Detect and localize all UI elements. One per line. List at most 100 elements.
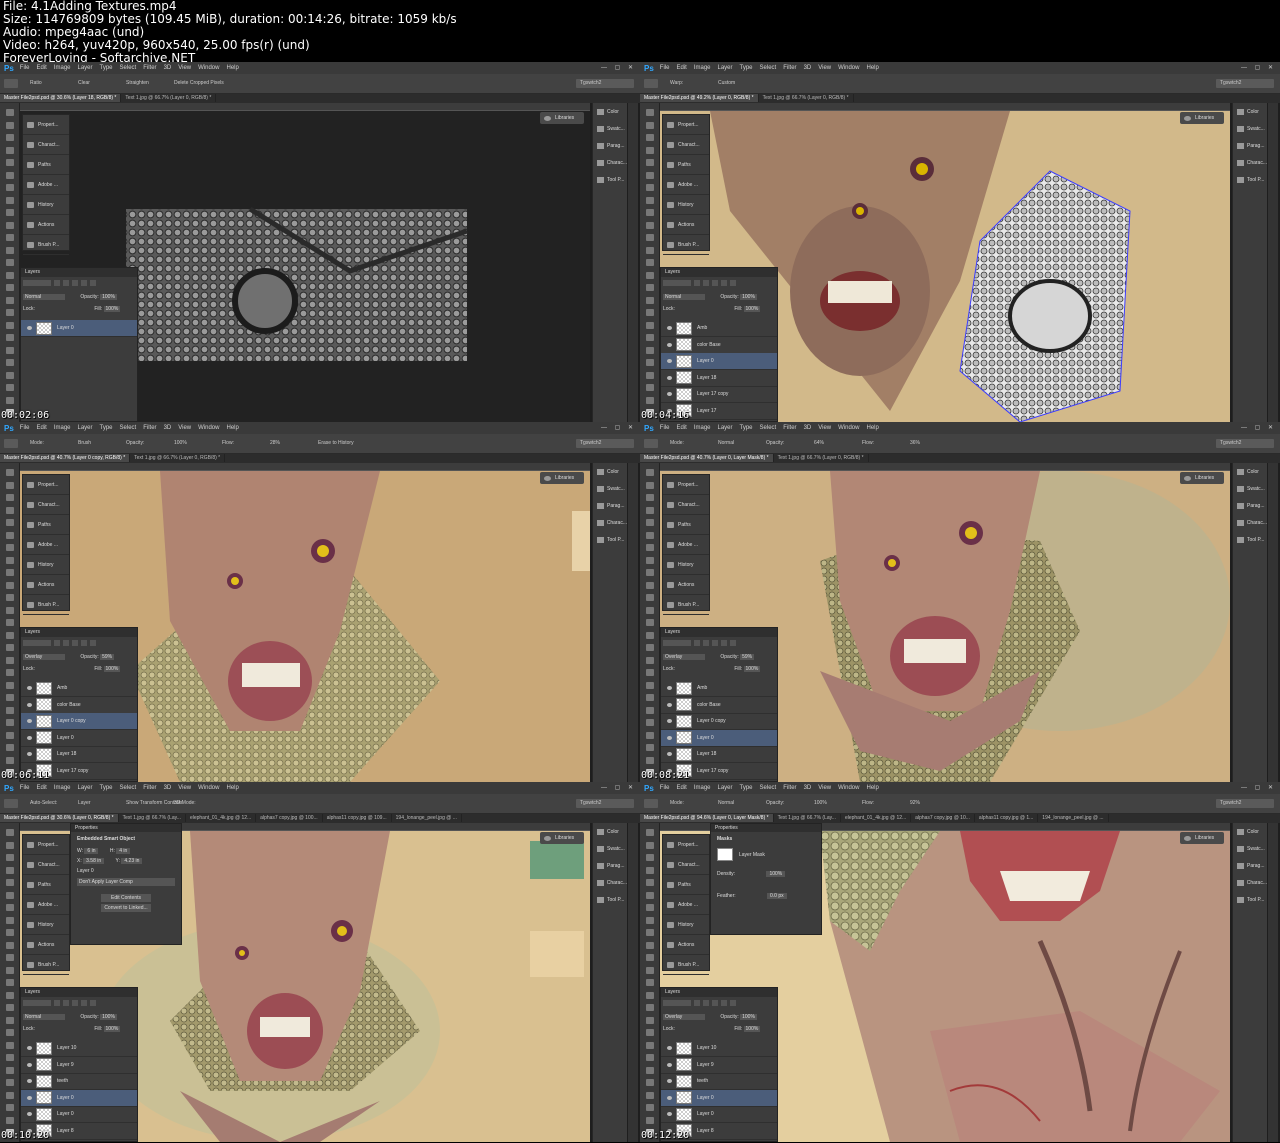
tool-icon[interactable] (6, 209, 14, 216)
panel-button[interactable]: Brush P... (663, 595, 709, 615)
menu-item[interactable]: 3D (804, 785, 812, 791)
tool-icon[interactable] (646, 481, 654, 489)
tool-icon[interactable] (6, 756, 14, 764)
document-tab[interactable]: alphas7 copy.jpg @ 100... (256, 814, 323, 822)
document-tab[interactable]: Master File2psd.psd @ 40.7% (Layer 0, La… (640, 454, 774, 462)
tool-icon[interactable] (646, 221, 654, 229)
eye-icon[interactable] (667, 326, 672, 330)
layer-row[interactable]: Layer 0 (661, 1106, 777, 1123)
document-tab[interactable]: elephant_01_4k.jpg @ 12... (841, 814, 912, 822)
fill-field[interactable]: 100% (103, 666, 121, 672)
edit-contents-button[interactable]: Edit Contents (101, 894, 151, 902)
tool-icon[interactable] (646, 879, 654, 886)
eye-icon[interactable] (27, 719, 32, 723)
tool-icon[interactable] (646, 506, 654, 514)
panel-button[interactable]: Adobe ... (23, 175, 69, 195)
panel-button[interactable]: Adobe ... (663, 535, 709, 555)
tool-icon[interactable] (6, 644, 14, 651)
layer-row[interactable]: color Base (661, 337, 777, 354)
tool-icon[interactable] (646, 681, 654, 689)
tool-icon[interactable] (6, 916, 14, 924)
layer-row[interactable]: Layer 0 (661, 1089, 777, 1107)
panel-button[interactable]: Charact... (23, 855, 69, 875)
tool-icon[interactable] (6, 384, 14, 391)
document-tab[interactable]: 194_lonange_peel.jpg @ ... (392, 814, 462, 822)
tool-icon[interactable] (6, 531, 14, 539)
canvas-scrollbar[interactable] (1268, 823, 1278, 1142)
tool-icon[interactable] (6, 569, 14, 576)
option-mode_label[interactable]: Mode: (30, 440, 44, 446)
document-tab[interactable]: Text 1.jpg @ 66.7% (Lay... (774, 814, 841, 822)
document-tab[interactable]: Master File2psd.psd @ 30.6% (Layer 18, R… (0, 94, 122, 102)
canvas-scrollbar[interactable] (628, 103, 638, 422)
tool-icon[interactable] (646, 469, 654, 476)
tool-icon[interactable] (6, 669, 14, 676)
width-field[interactable]: 6 in (84, 848, 99, 854)
eye-icon[interactable] (667, 359, 672, 363)
menu-item[interactable]: Edit (676, 65, 686, 71)
tool-preset-icon[interactable] (4, 439, 18, 448)
panel-button[interactable]: Brush P... (663, 235, 709, 255)
layer-row[interactable]: Layer 0 (21, 1089, 137, 1107)
menu-item[interactable]: View (818, 425, 831, 431)
tool-icon[interactable] (6, 719, 14, 726)
option-mode_label[interactable]: Mode: (670, 440, 684, 446)
tool-icon[interactable] (6, 171, 14, 179)
tool-icon[interactable] (6, 234, 14, 241)
menu-item[interactable]: 3D (804, 65, 812, 71)
tool-icon[interactable] (646, 991, 654, 999)
blend-mode-select[interactable]: Normal (663, 294, 705, 300)
menu-item[interactable]: Select (760, 785, 777, 791)
document-tab[interactable]: Text 1.jpg @ 66.7% (Layer 0, RGB/8) * (759, 94, 854, 102)
menu-item[interactable]: View (818, 65, 831, 71)
tool-icon[interactable] (6, 891, 14, 899)
option-flow[interactable]: 92% (910, 800, 920, 806)
layer-row[interactable]: Amb (21, 680, 137, 697)
menu-item[interactable]: View (178, 65, 191, 71)
dock-button[interactable]: Tool P... (593, 531, 627, 548)
panel-button[interactable]: History (663, 555, 709, 575)
tool-icon[interactable] (6, 146, 14, 154)
tool-icon[interactable] (646, 309, 654, 316)
panel-button[interactable]: Propert... (23, 475, 69, 495)
eye-icon[interactable] (27, 752, 32, 756)
layer-row[interactable]: Layer 9 (21, 1057, 137, 1074)
panel-button[interactable]: Actions (663, 575, 709, 595)
menu-item[interactable]: Image (694, 785, 711, 791)
layer-row[interactable]: Layer 0 (21, 320, 137, 337)
menu-item[interactable]: Image (54, 425, 71, 431)
panel-button[interactable]: Charact... (663, 495, 709, 515)
tool-icon[interactable] (646, 109, 654, 116)
tool-icon[interactable] (6, 481, 14, 489)
dock-button[interactable]: Parag... (1233, 497, 1267, 514)
eye-icon[interactable] (667, 1095, 672, 1100)
menu-item[interactable]: Type (100, 425, 113, 431)
document-tab[interactable]: Text 1.jpg @ 66.7% (Lay... (119, 814, 186, 822)
tool-icon[interactable] (6, 904, 14, 911)
option-delete[interactable]: Delete Cropped Pixels (174, 80, 224, 86)
tool-icon[interactable] (646, 146, 654, 154)
dock-button[interactable]: Color (1233, 463, 1267, 480)
layer-row[interactable]: Layer 9 (661, 1057, 777, 1074)
tool-icon[interactable] (6, 829, 14, 836)
tool-icon[interactable] (6, 134, 14, 141)
menu-item[interactable]: Select (120, 65, 137, 71)
panel-button[interactable]: Adobe ... (23, 535, 69, 555)
tool-icon[interactable] (646, 581, 654, 589)
eye-icon[interactable] (667, 1079, 672, 1083)
tool-icon[interactable] (6, 1054, 14, 1061)
tool-icon[interactable] (6, 109, 14, 116)
layer-comp-select[interactable]: Don't Apply Layer Comp (77, 878, 175, 886)
tool-icon[interactable] (646, 619, 654, 626)
tool-icon[interactable] (6, 396, 14, 404)
tool-icon[interactable] (6, 544, 14, 551)
kind-filter-select[interactable] (663, 640, 691, 646)
tool-icon[interactable] (646, 234, 654, 241)
opacity-field[interactable]: 59% (100, 654, 115, 660)
tool-icon[interactable] (646, 321, 654, 329)
tool-icon[interactable] (646, 359, 654, 366)
menu-item[interactable]: Window (198, 425, 219, 431)
panel-button[interactable]: Brush P... (23, 955, 69, 975)
eye-icon[interactable] (27, 1112, 32, 1116)
menu-item[interactable]: Edit (36, 65, 46, 71)
